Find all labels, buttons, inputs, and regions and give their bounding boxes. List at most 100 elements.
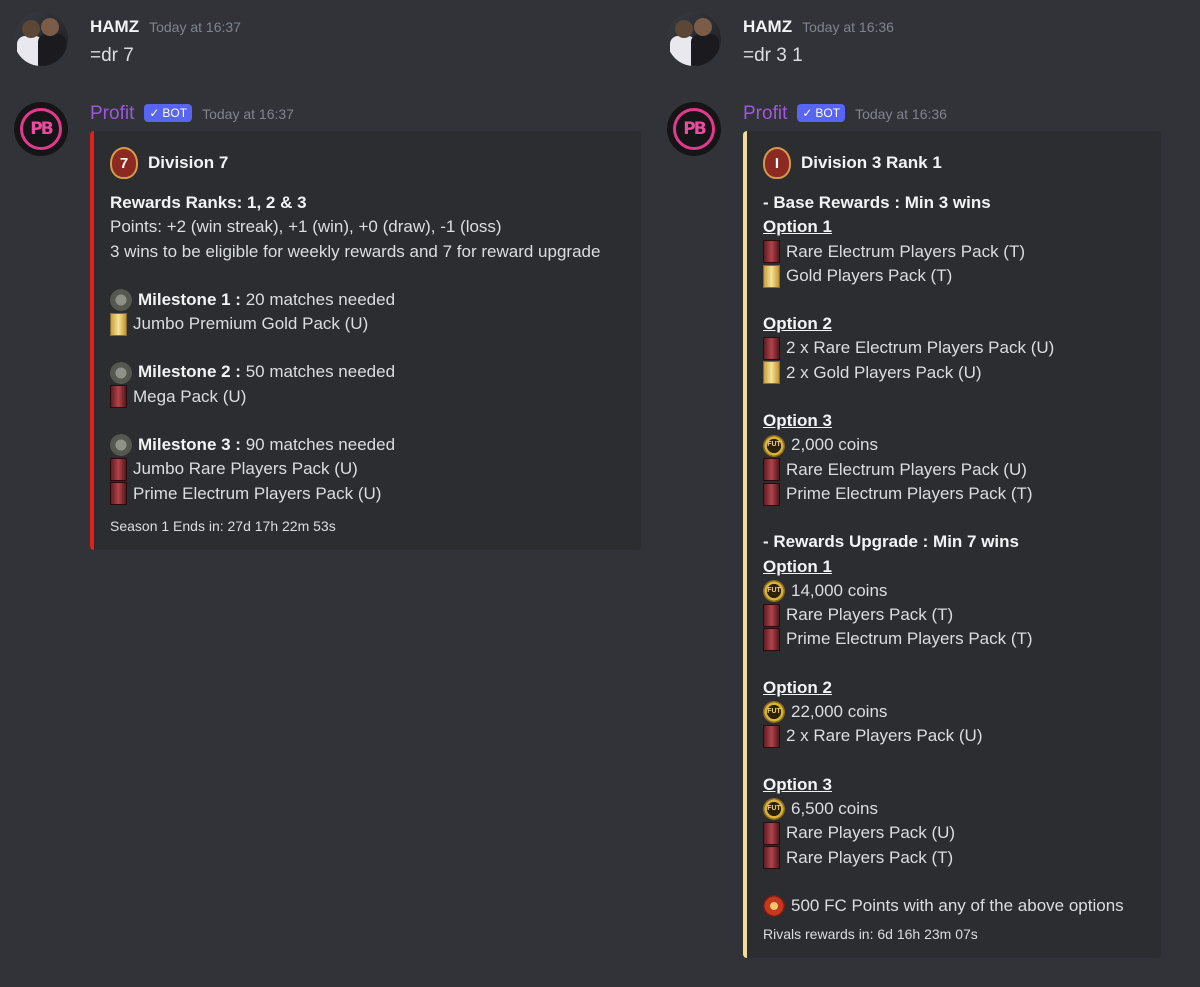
reward-item: 2 x Rare Players Pack (U) [763,724,1143,748]
option-title: Option 1 [763,556,832,576]
reward-item: Rare Players Pack (T) [763,603,1143,627]
rare-pack-icon [110,385,127,409]
bot-username[interactable]: Profit [90,103,134,125]
milestone-label: Milestone 1 : [138,289,241,309]
option-title: Option 3 [763,411,832,431]
reward-item-text: Gold Players Pack (T) [786,265,953,285]
rare-pack-icon [763,458,780,482]
gold-pack-icon [763,264,780,288]
milestone-icon [110,434,132,457]
reward-item-text: Jumbo Rare Players Pack (U) [133,459,358,479]
option-label: Option 1 [763,555,1143,579]
milestone-icon [110,289,132,312]
points-text: Points: +2 (win streak), +1 (win), +0 (d… [110,217,502,237]
timestamp: Today at 16:36 [802,19,894,35]
timestamp: Today at 16:37 [149,19,241,35]
bot-username[interactable]: Profit [743,103,787,125]
milestone-need: 50 matches needed [240,362,396,382]
bot-avatar-logo: PB [20,108,62,150]
left-column: HAMZ Today at 16:37 =dr 7 PB Profit ✓ BOT… [14,0,644,550]
rare-pack-icon [110,482,127,506]
reward-item: FUT 14,000 coins [763,579,1143,603]
user-message: HAMZ Today at 16:36 =dr 3 1 [667,0,1167,88]
reward-item-text: 22,000 coins [791,702,888,722]
reward-item: FUT 22,000 coins [763,700,1143,724]
coin-icon: FUT [763,434,785,457]
reward-item: Prime Electrum Players Pack (T) [763,627,1143,652]
option-label: Option 3 [763,773,1143,797]
reward-item-text: 14,000 coins [791,580,888,600]
embed: 7 Division 7 Rewards Ranks: 1, 2 & 3 Poi… [90,131,641,550]
user-avatar[interactable] [667,12,721,66]
reward-item: Rare Electrum Players Pack (U) [763,458,1143,482]
option-title: Option 1 [763,217,832,237]
option-title: Option 2 [763,314,832,334]
rare-pack-icon [110,458,127,482]
reward-item-text: 2 x Rare Electrum Players Pack (U) [786,338,1055,358]
check-icon: ✓ [149,106,160,120]
base-options: Option 1 Rare Electrum Players Pack (T) Go… [763,215,1143,530]
reward-item: Mega Pack (U) [110,385,623,409]
rewards-ranks: Rewards Ranks: 1, 2 & 3 [110,193,307,212]
bot-avatar-logo: PB [673,108,715,150]
reward-item-text: Rare Electrum Players Pack (U) [786,459,1027,479]
bot-badge-label: BOT [815,106,841,120]
option-label: Option 2 [763,312,1143,336]
reward-item: Jumbo Rare Players Pack (U) [110,457,623,482]
reward-item-text: Rare Players Pack (T) [786,605,954,625]
rare-pack-icon [763,337,780,361]
upgrade-heading: - Rewards Upgrade : Min 7 wins [763,532,1019,552]
option-label: Option 1 [763,215,1143,239]
bot-avatar[interactable]: PB [14,102,68,156]
gold-pack-icon [763,361,780,385]
milestone-heading: Milestone 1 : 20 matches needed [110,288,623,312]
milestone-icon [110,361,132,384]
timestamp: Today at 16:37 [202,106,294,122]
rare-pack-icon [763,628,780,652]
milestone-need: 20 matches needed [240,289,396,309]
bot-badge-label: BOT [162,106,188,120]
bot-badge: ✓ BOT [144,104,193,122]
embed-title-text: Division 3 Rank 1 [801,153,942,172]
reward-item: Prime Electrum Players Pack (U) [110,482,623,506]
reward-item-text: Prime Electrum Players Pack (U) [133,483,382,503]
user-avatar[interactable] [14,12,68,66]
user-message: HAMZ Today at 16:37 =dr 7 [14,0,644,88]
reward-item: Gold Players Pack (T) [763,264,1143,288]
reward-item: FUT 2,000 coins [763,433,1143,457]
rare-pack-icon [763,603,780,627]
upgrade-options: Option 1 FUT 14,000 coins Rare Players Pack… [763,555,1143,894]
milestone-label: Milestone 3 : [138,435,241,455]
bot-message: PB Profit ✓ BOT Today at 16:37 7 Division… [14,88,644,550]
option-title: Option 3 [763,774,832,794]
milestones-list: Milestone 1 : 20 matches needed Jumbo Pre… [110,288,623,506]
rare-pack-icon [763,846,780,870]
option-label: Option 3 [763,409,1143,433]
timestamp: Today at 16:36 [855,106,947,122]
reward-item-text: Jumbo Premium Gold Pack (U) [133,314,369,334]
reward-item-text: 2 x Rare Players Pack (U) [786,726,983,746]
fc-points-text: 500 FC Points with any of the above opti… [791,895,1124,915]
reward-item: Prime Electrum Players Pack (T) [763,482,1143,506]
reward-item: 2 x Gold Players Pack (U) [763,361,1143,385]
username[interactable]: HAMZ [743,17,792,37]
username[interactable]: HAMZ [90,17,139,37]
embed-title: 7 Division 7 [110,147,623,179]
bot-avatar[interactable]: PB [667,102,721,156]
reward-item-text: Rare Electrum Players Pack (T) [786,241,1025,261]
embed-title: I Division 3 Rank 1 [763,147,1143,179]
message-text: =dr 3 1 [743,45,803,66]
milestone-heading: Milestone 3 : 90 matches needed [110,433,623,457]
gold-pack-icon [110,312,127,336]
coin-icon: FUT [763,701,785,724]
reward-item-text: 2 x Gold Players Pack (U) [786,362,982,382]
check-icon: ✓ [802,106,813,120]
embed-footer: Rivals rewards in: 6d 16h 23m 07s [763,926,978,943]
